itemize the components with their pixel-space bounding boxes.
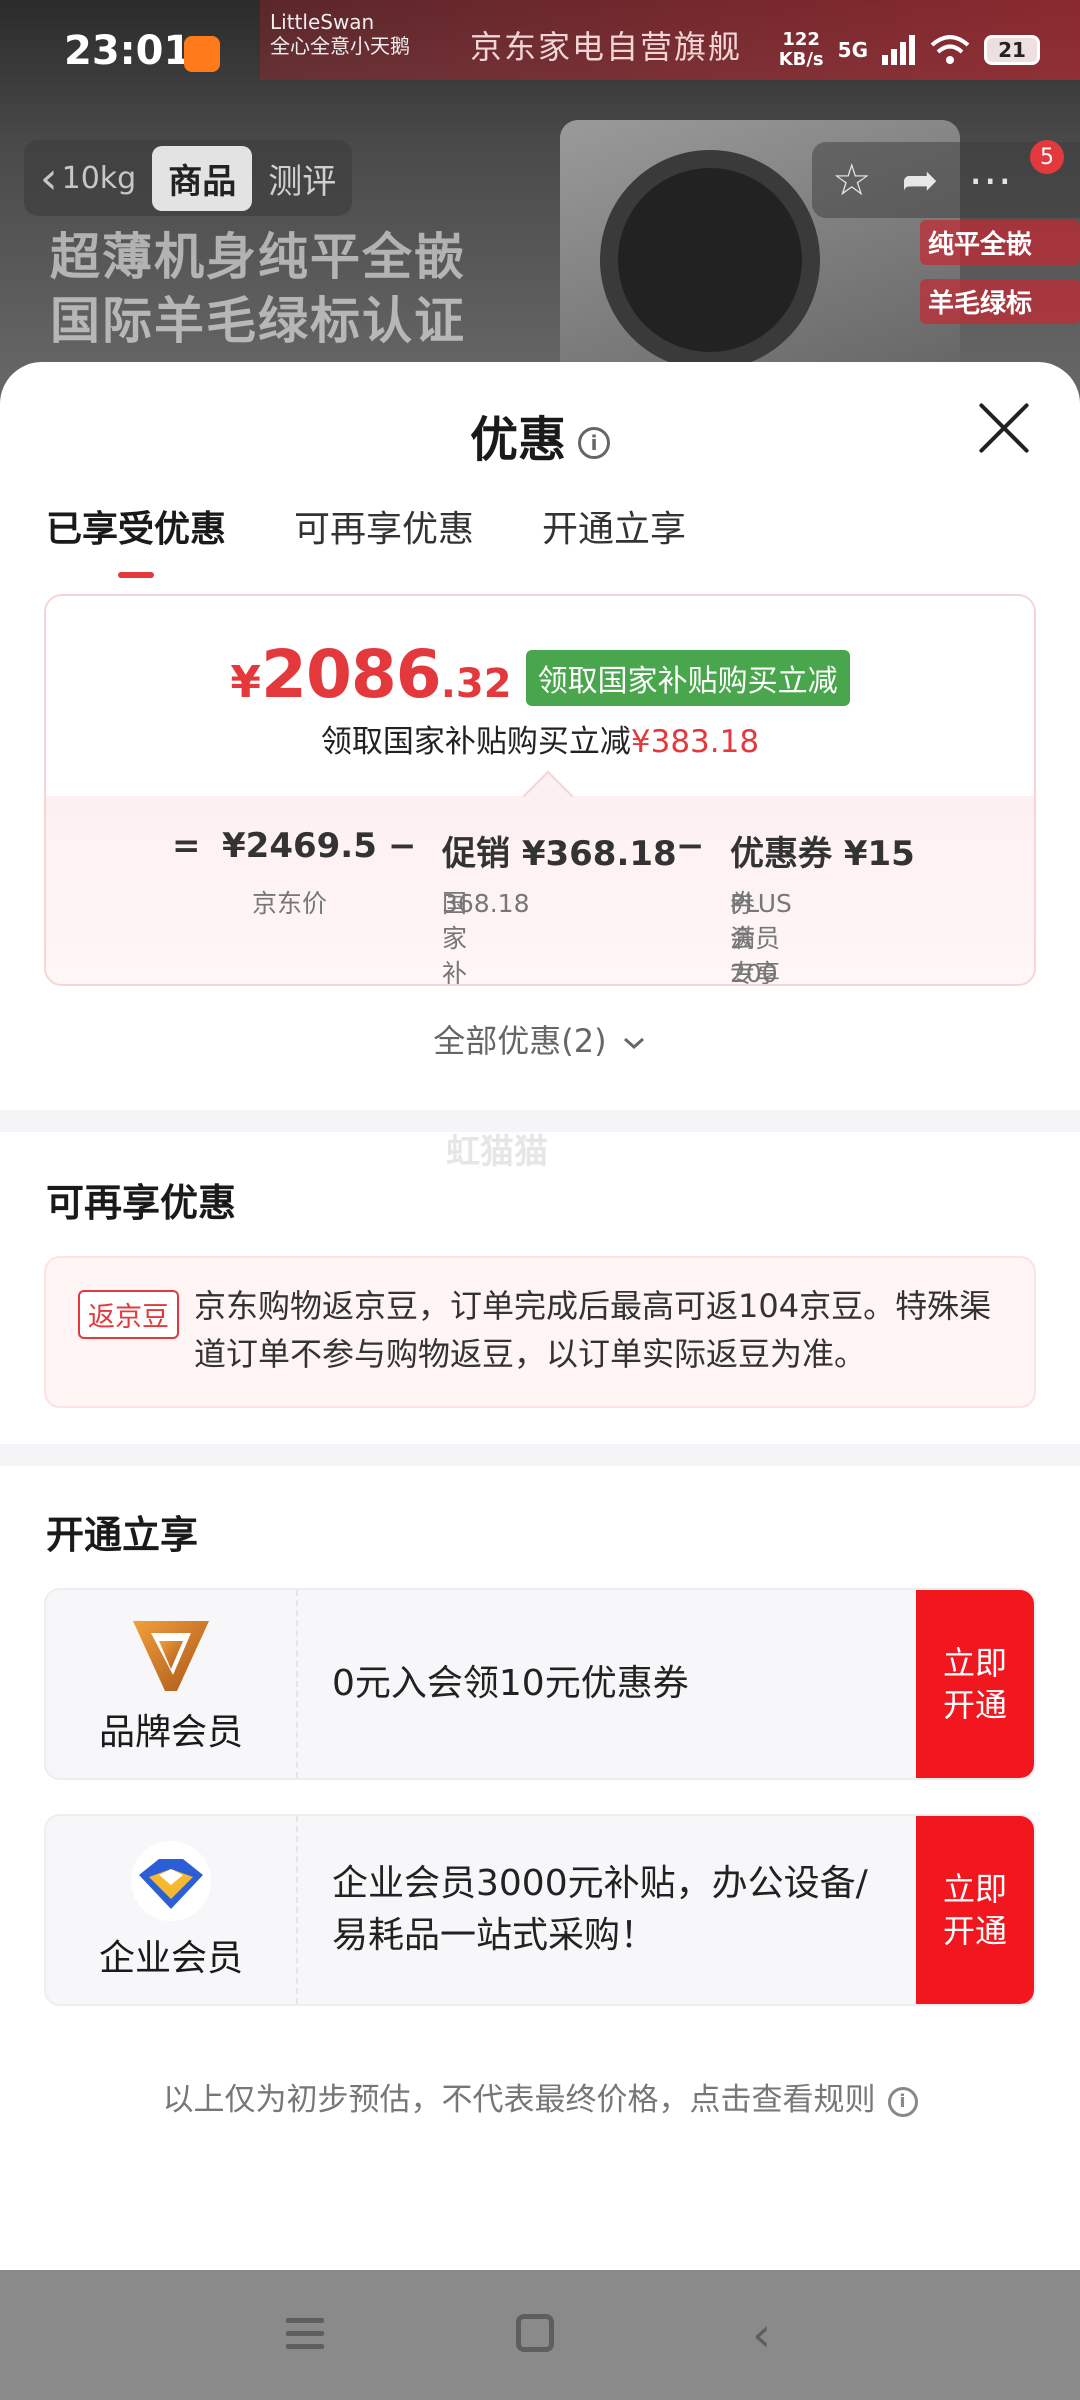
equals-sign: = xyxy=(172,826,201,866)
subsidy-summary: 领取国家补贴购买立减¥383.18 xyxy=(320,724,760,760)
network-speed: 122 KB/s xyxy=(778,29,824,70)
open-brand-member-button[interactable]: 立即 开通 xyxy=(916,1590,1034,1778)
recent-apps-icon[interactable] xyxy=(286,2318,324,2352)
more-discounts-title: 可再享优惠 xyxy=(46,1181,237,1225)
minus-sign: − xyxy=(388,826,417,866)
coupon-value: 优惠券 ¥15 xyxy=(730,834,915,874)
discount-tabs: 已享受优惠 可再享优惠 开通立享 xyxy=(46,500,686,578)
enterprise-member-badge: 企业会员 xyxy=(46,1816,298,2004)
system-nav-bar: ‹ xyxy=(0,2270,1080,2400)
feature-badge: 羊毛绿标 xyxy=(920,279,1080,324)
brand-member-logo-icon xyxy=(133,1621,209,1691)
minus-sign: − xyxy=(676,826,705,866)
status-indicators: 122 KB/s 5G 21 xyxy=(779,30,1040,70)
signal-icon xyxy=(882,35,915,65)
info-icon: i xyxy=(887,2086,918,2117)
jd-bean-card: 返京豆 京东购物返京豆，订单完成后最高可返104京豆。特殊渠道订单不参与购物返豆… xyxy=(44,1256,1036,1408)
info-icon[interactable]: i xyxy=(578,427,610,459)
brand-member-badge: 品牌会员 xyxy=(46,1590,298,1778)
price-breakdown-card: ¥2086.32 领取国家补贴购买立减 领取国家补贴购买立减¥383.18 = … xyxy=(44,594,1036,986)
feature-badge: 纯平全嵌 xyxy=(920,220,1080,265)
chevron-left-icon: ‹ xyxy=(40,152,58,204)
rules-note[interactable]: 以上仅为初步预估，不代表最终价格，点击查看规则 i xyxy=(0,2074,1080,2119)
more-icon[interactable]: ⋯ xyxy=(968,155,1012,206)
promo-value: 促销 ¥368.18 xyxy=(442,834,677,874)
watermark: 虹猫猫 xyxy=(446,1132,548,1172)
open-enterprise-member-button[interactable]: 立即 开通 xyxy=(916,1816,1034,2004)
product-actions: ☆ ➦ ⋯ 5 xyxy=(812,140,1080,218)
tab-more-discounts[interactable]: 可再享优惠 xyxy=(294,500,474,578)
product-headline: 超薄机身纯平全嵌 国际羊毛绿标认证 xyxy=(50,228,466,350)
chevron-down-icon xyxy=(623,1037,644,1050)
back-button[interactable]: ‹ 10kg xyxy=(40,153,136,204)
member-benefit: 企业会员3000元补贴，办公设备/易耗品一站式采购！ xyxy=(332,1863,868,1956)
price-integer: 2086 xyxy=(261,636,442,713)
all-offers-toggle[interactable]: 全部优惠(2) xyxy=(0,1016,1080,1062)
member-name: 品牌会员 xyxy=(98,1712,243,1753)
subsidy-tag: 领取国家补贴购买立减 xyxy=(525,649,850,706)
brand-member-card: 品牌会员 0元入会领10元优惠券 立即 开通 xyxy=(44,1588,1036,1780)
enterprise-member-logo-icon xyxy=(131,1841,211,1921)
currency-symbol: ¥ xyxy=(230,657,262,708)
jd-price-label: 京东价 xyxy=(252,889,328,918)
tab-goods[interactable]: 商品 xyxy=(152,145,253,211)
tab-open-benefits[interactable]: 开通立享 xyxy=(542,500,686,578)
close-icon[interactable] xyxy=(974,398,1034,458)
price-decimal: .32 xyxy=(440,661,512,707)
product-top-nav: ‹ 10kg 商品 测评 xyxy=(24,140,353,216)
discount-sheet: 优惠 i 已享受优惠 可再享优惠 开通立享 ¥2086.32 领取国家补贴购买立减… xyxy=(0,362,1080,2272)
jd-bean-tag: 返京豆 xyxy=(78,1290,179,1339)
home-icon[interactable] xyxy=(516,2314,554,2352)
washer-drum-image xyxy=(600,150,820,370)
wifi-icon xyxy=(930,35,970,64)
app-notification-icon xyxy=(184,36,220,72)
open-benefits-title: 开通立享 xyxy=(46,1513,199,1557)
network-type: 5G xyxy=(837,38,868,62)
sheet-title: 优惠 i xyxy=(0,400,1080,470)
star-icon[interactable]: ☆ xyxy=(832,155,871,206)
jd-price-value: ¥2469.5 xyxy=(222,826,377,866)
final-price: ¥2086.32 领取国家补贴购买立减 xyxy=(46,636,1034,713)
section-divider xyxy=(0,1444,1080,1466)
enterprise-member-card: 企业会员 企业会员3000元补贴，办公设备/易耗品一站式采购！ 立即 开通 xyxy=(44,1814,1036,2006)
feature-badges: 纯平全嵌 羊毛绿标 xyxy=(920,220,1080,338)
member-benefit: 0元入会领10元优惠券 xyxy=(332,1663,689,1704)
member-name: 企业会员 xyxy=(98,1938,243,1979)
price-calculation: = ¥2469.5 − 促销 ¥368.18 − 优惠券 ¥15 京东价 国家补… xyxy=(46,796,1034,984)
back-icon[interactable]: ‹ xyxy=(752,2311,771,2359)
notification-badge: 5 xyxy=(1030,140,1064,174)
tab-review[interactable]: 测评 xyxy=(268,154,336,203)
status-bar: 23:01 122 KB/s 5G 21 xyxy=(0,0,1080,100)
share-icon[interactable]: ➦ xyxy=(901,155,938,206)
jd-bean-description: 京东购物返京豆，订单完成后最高可返104京豆。特殊渠道订单不参与购物返豆，以订单… xyxy=(194,1287,992,1373)
battery-indicator: 21 xyxy=(984,35,1040,65)
tab-enjoyed-discounts[interactable]: 已享受优惠 xyxy=(46,500,226,578)
clock: 23:01 xyxy=(64,28,192,74)
